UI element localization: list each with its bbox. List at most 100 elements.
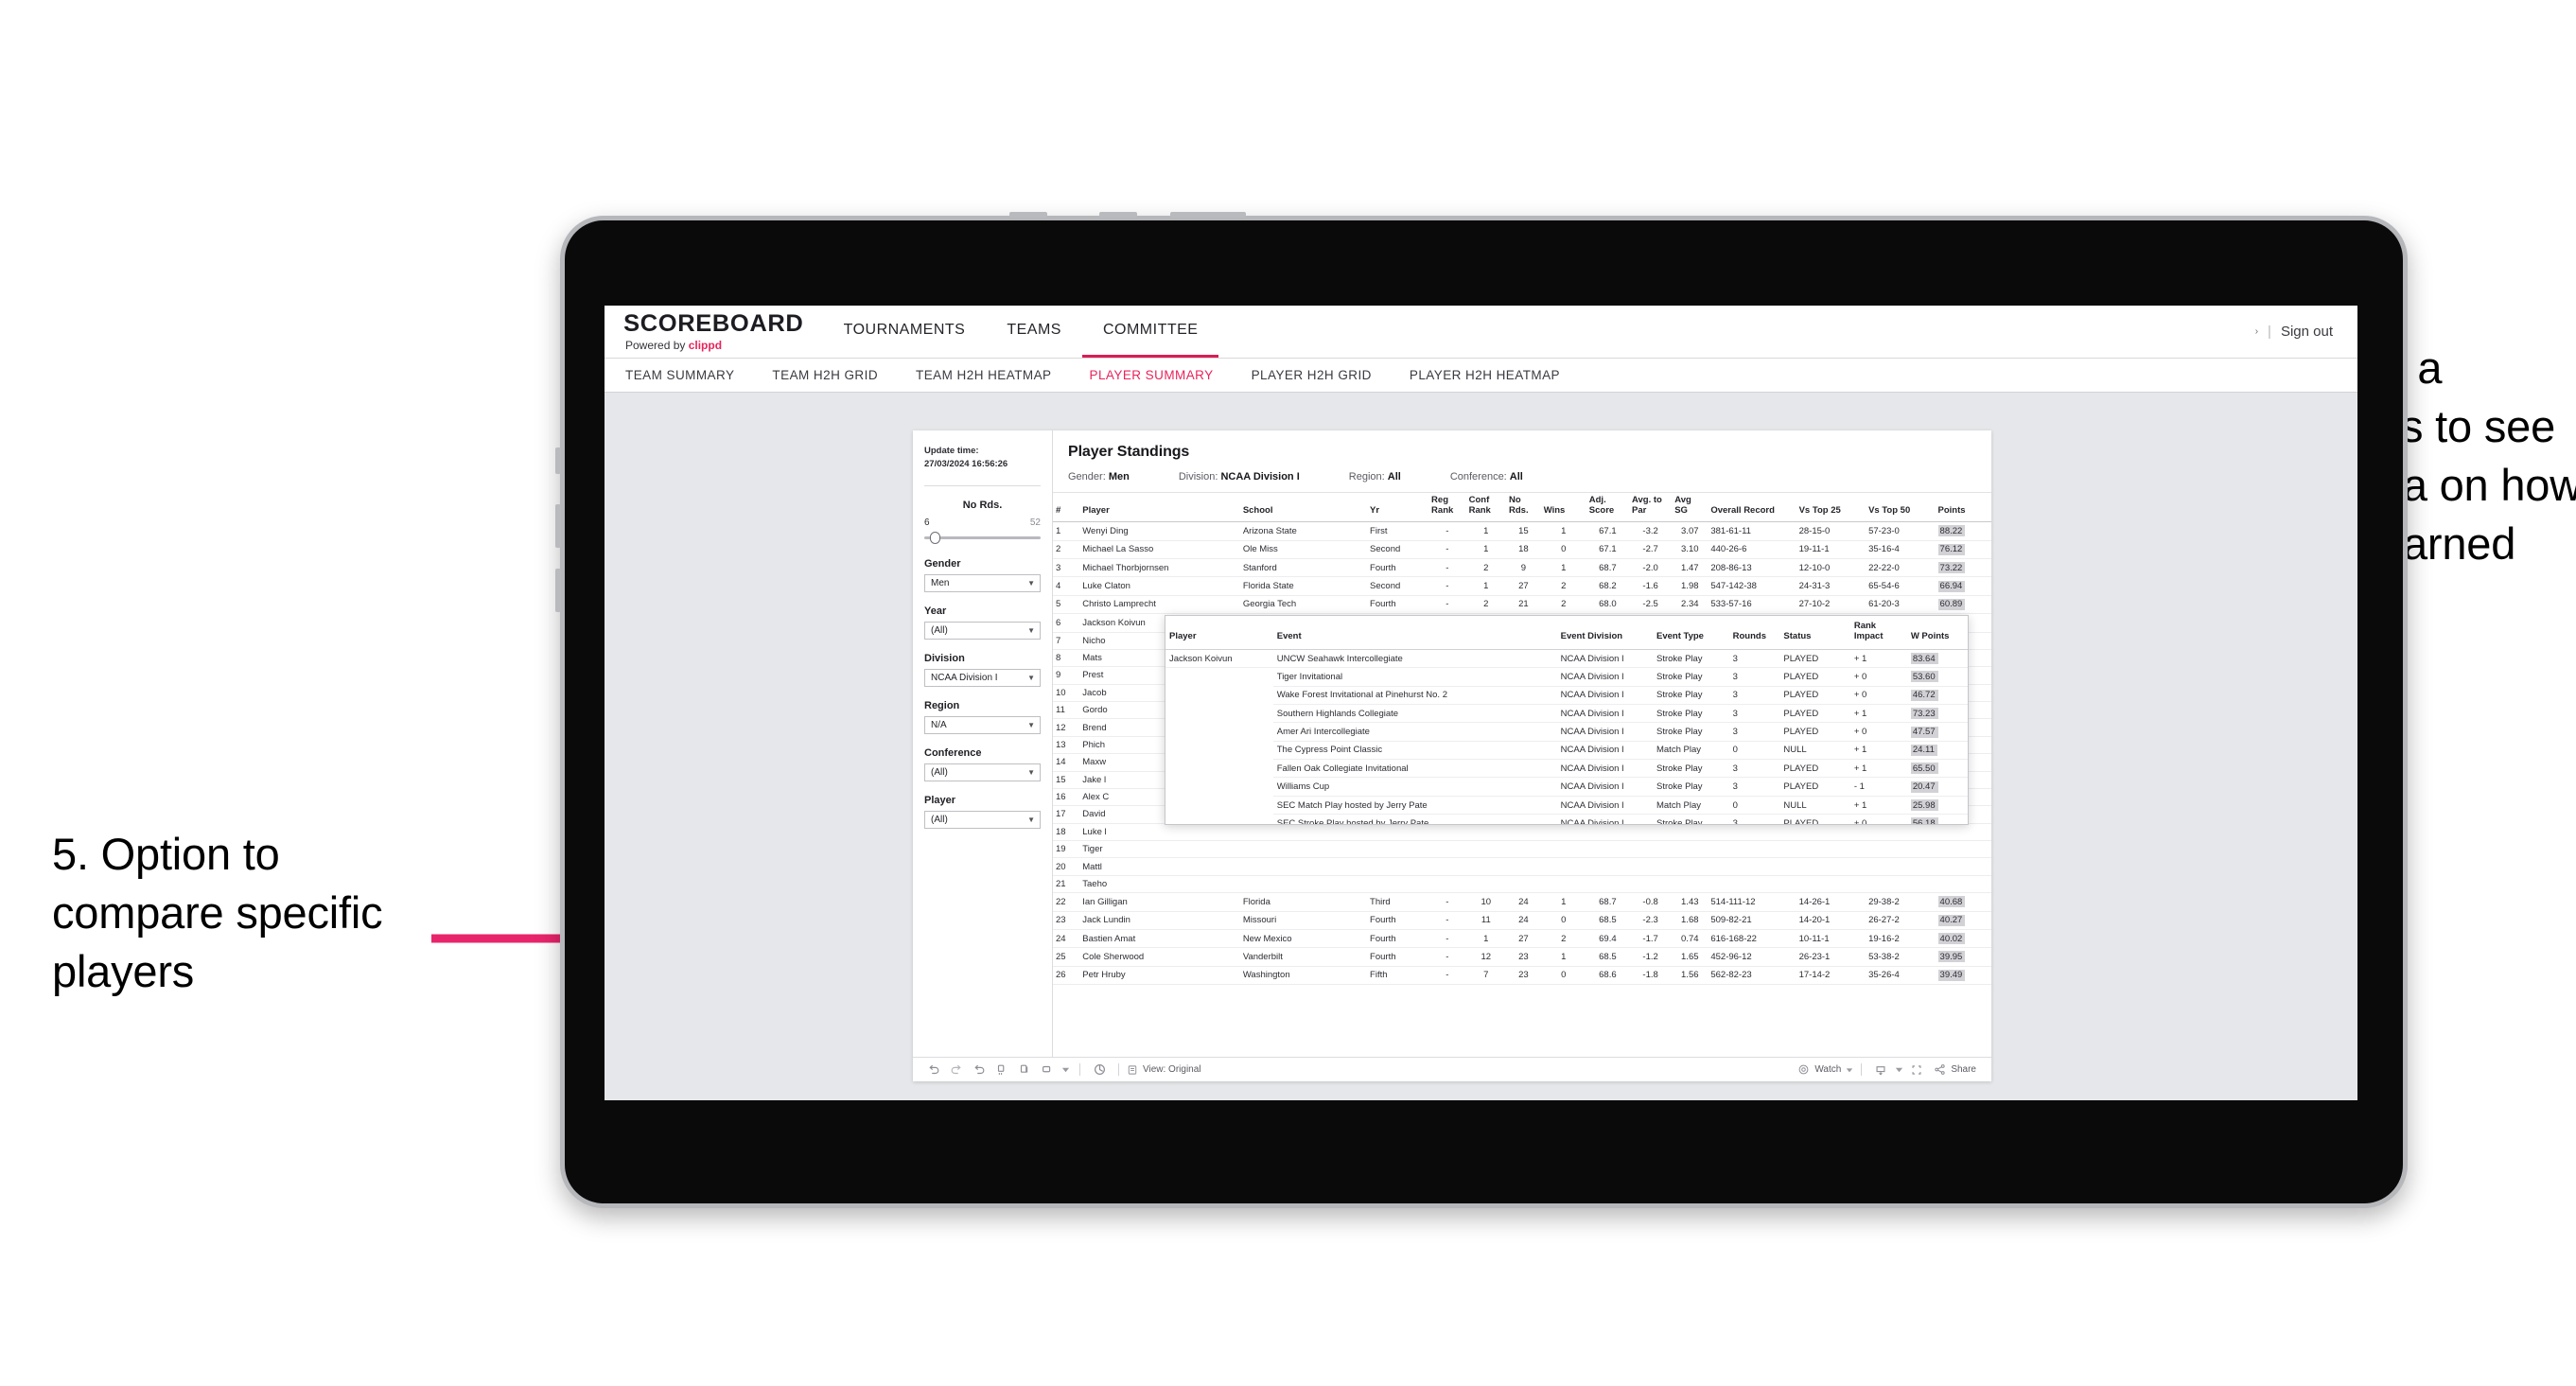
cell-points[interactable]: 40.02 xyxy=(1935,929,1991,949)
table-row[interactable]: 5 Christo Lamprecht Georgia Tech Fourth -2 21… xyxy=(1053,595,1991,615)
subtab-team-summary[interactable]: TEAM SUMMARY xyxy=(625,368,734,382)
cell-school: Vanderbilt xyxy=(1239,947,1368,967)
cell-points[interactable]: 73.22 xyxy=(1935,558,1991,578)
col-rank[interactable]: # xyxy=(1053,493,1080,523)
tt-cell-w-points: 47.57 xyxy=(1906,722,1968,742)
points-value[interactable]: 39.49 xyxy=(1937,969,1966,981)
col-wins[interactable]: Wins xyxy=(1540,493,1586,523)
chevron-down-icon[interactable]: ▼ xyxy=(1027,674,1035,682)
chevron-down-icon[interactable] xyxy=(1892,1061,1905,1079)
filter-region-select[interactable]: N/A ▼ xyxy=(924,715,1041,734)
filter-conference: Conference (All) ▼ xyxy=(924,747,1041,781)
table-row[interactable]: 25 Cole Sherwood Vanderbilt Fourth -12 23 1 68.… xyxy=(1053,947,1991,967)
filter-gender-select[interactable]: Men ▼ xyxy=(924,573,1041,592)
fullscreen-icon[interactable] xyxy=(1905,1061,1928,1079)
table-row[interactable]: 1 Wenyi Ding Arizona State First -1 15 1 67.1 -3… xyxy=(1053,521,1991,541)
col-avg-sg[interactable]: Avg SG xyxy=(1672,493,1709,523)
points-value[interactable]: 73.22 xyxy=(1937,562,1966,574)
cell-points[interactable] xyxy=(1935,857,1991,876)
col-yr[interactable]: Yr xyxy=(1367,493,1429,523)
col-school[interactable]: School xyxy=(1239,493,1368,523)
filter-year-select[interactable]: (All) ▼ xyxy=(924,621,1041,640)
points-value[interactable]: 40.68 xyxy=(1937,896,1966,908)
watch-button[interactable]: Watch xyxy=(1797,1063,1853,1076)
table-row[interactable]: 18 Luke l xyxy=(1053,823,1991,842)
points-value[interactable]: 60.89 xyxy=(1937,598,1966,610)
cell-points[interactable]: 39.49 xyxy=(1935,966,1991,986)
col-vs-top-50[interactable]: Vs Top 50 xyxy=(1866,493,1936,523)
col-player[interactable]: Player xyxy=(1079,493,1240,523)
subtab-team-h2h-heatmap[interactable]: TEAM H2H HEATMAP xyxy=(916,368,1051,382)
col-no-rds[interactable]: No Rds. xyxy=(1506,493,1541,523)
cell-points[interactable]: 76.12 xyxy=(1935,540,1991,560)
slider-handle[interactable] xyxy=(930,531,940,544)
cell-points[interactable] xyxy=(1935,875,1991,894)
col-avg-to-par[interactable]: Avg. to Par xyxy=(1628,493,1673,523)
tt-cell-event-type: Match Play xyxy=(1652,796,1729,816)
chevron-down-icon[interactable]: ▼ xyxy=(1027,721,1035,729)
slider-track[interactable] xyxy=(924,531,1041,544)
standings-header-row: # Player School Yr Reg Rank Conf Rank No… xyxy=(1053,493,1991,523)
undo-icon[interactable] xyxy=(922,1061,945,1079)
redo-icon[interactable] xyxy=(945,1061,968,1079)
chevron-down-icon[interactable]: ▼ xyxy=(1027,816,1035,824)
share-button[interactable]: Share xyxy=(1934,1063,1976,1076)
cell-points[interactable] xyxy=(1935,823,1991,842)
table-row[interactable]: 23 Jack Lundin Missouri Fourth -11 24 0 68.5 -2.… xyxy=(1053,911,1991,930)
col-vs-top-25[interactable]: Vs Top 25 xyxy=(1796,493,1866,523)
points-value[interactable]: 88.22 xyxy=(1937,525,1966,537)
sign-out-link[interactable]: Sign out xyxy=(2281,324,2333,340)
table-row[interactable]: 2 Michael La Sasso Ole Miss Second -1 18 0 67.1… xyxy=(1053,540,1991,560)
points-value[interactable]: 39.95 xyxy=(1937,951,1966,963)
nav-tab-committee[interactable]: COMMITTEE xyxy=(1081,306,1219,358)
table-row[interactable]: 24 Bastien Amat New Mexico Fourth -1 27 2 69.4-… xyxy=(1053,929,1991,949)
cell-points[interactable]: 40.68 xyxy=(1935,892,1991,912)
chevron-right-icon[interactable]: › xyxy=(2255,326,2258,337)
filter-no-rds[interactable]: No Rds. 6 52 xyxy=(924,500,1041,544)
subtab-player-h2h-grid[interactable]: PLAYER H2H GRID xyxy=(1252,368,1372,382)
subtab-player-summary[interactable]: PLAYER SUMMARY xyxy=(1090,368,1214,382)
points-value[interactable]: 66.94 xyxy=(1937,580,1966,592)
cell-points[interactable] xyxy=(1935,840,1991,859)
cell-points[interactable]: 66.94 xyxy=(1935,576,1991,596)
revert-icon[interactable] xyxy=(968,1061,990,1079)
col-points[interactable]: Points xyxy=(1935,493,1991,523)
presentation-icon[interactable] xyxy=(1036,1061,1059,1079)
table-row[interactable]: 21 Taeho xyxy=(1053,875,1991,894)
refresh-icon[interactable] xyxy=(990,1061,1013,1079)
col-reg-rank[interactable]: Reg Rank xyxy=(1428,493,1466,523)
view-original-button[interactable]: View: Original xyxy=(1127,1064,1201,1076)
filter-player-select[interactable]: (All) ▼ xyxy=(924,810,1041,829)
col-overall-record[interactable]: Overall Record xyxy=(1708,493,1796,523)
pause-auto-update-icon[interactable] xyxy=(1088,1061,1111,1079)
table-row[interactable]: 19 Tiger xyxy=(1053,840,1991,859)
chevron-down-icon[interactable]: ▼ xyxy=(1027,579,1035,588)
table-row[interactable]: 22 Ian Gilligan Florida Third -10 24 1 68.7 -0.8… xyxy=(1053,892,1991,912)
download-icon[interactable] xyxy=(1869,1061,1892,1079)
chevron-down-icon[interactable] xyxy=(1059,1061,1072,1079)
nav-tab-teams[interactable]: TEAMS xyxy=(986,306,1082,358)
table-row[interactable]: 26 Petr Hruby Washington Fifth -7 23 0 68.6 -1.8… xyxy=(1053,966,1991,986)
table-row[interactable]: 4 Luke Claton Florida State Second -1 27 2 68.2… xyxy=(1053,576,1991,596)
table-row[interactable]: 3 Michael Thorbjornsen Stanford Fourth -2 9 1 6… xyxy=(1053,558,1991,578)
pause-updates-icon[interactable] xyxy=(1013,1061,1036,1079)
cell-points[interactable]: 40.27 xyxy=(1935,911,1991,930)
filter-division-select[interactable]: NCAA Division I ▼ xyxy=(924,668,1041,687)
nav-tab-tournaments[interactable]: TOURNAMENTS xyxy=(823,306,987,358)
filter-conference-select[interactable]: (All) ▼ xyxy=(924,763,1041,781)
points-value[interactable]: 40.02 xyxy=(1937,933,1966,945)
points-value[interactable]: 40.27 xyxy=(1937,914,1966,926)
subtab-player-h2h-heatmap[interactable]: PLAYER H2H HEATMAP xyxy=(1410,368,1560,382)
subtab-team-h2h-grid[interactable]: TEAM H2H GRID xyxy=(772,368,878,382)
cell-points[interactable]: 60.89 xyxy=(1935,595,1991,615)
table-row[interactable]: 20 Mattl xyxy=(1053,857,1991,876)
chevron-down-icon[interactable]: ▼ xyxy=(1027,626,1035,635)
cell-points[interactable]: 88.22 xyxy=(1935,521,1991,541)
tt-cell-rounds: 3 xyxy=(1728,759,1780,779)
col-adj-score[interactable]: Adj. Score xyxy=(1586,493,1629,523)
points-value[interactable]: 76.12 xyxy=(1937,543,1966,555)
cell-points[interactable]: 39.95 xyxy=(1935,947,1991,967)
chevron-down-icon[interactable]: ▼ xyxy=(1027,768,1035,777)
col-conf-rank[interactable]: Conf Rank xyxy=(1465,493,1506,523)
cell-adj-score: 67.1 xyxy=(1586,540,1629,560)
